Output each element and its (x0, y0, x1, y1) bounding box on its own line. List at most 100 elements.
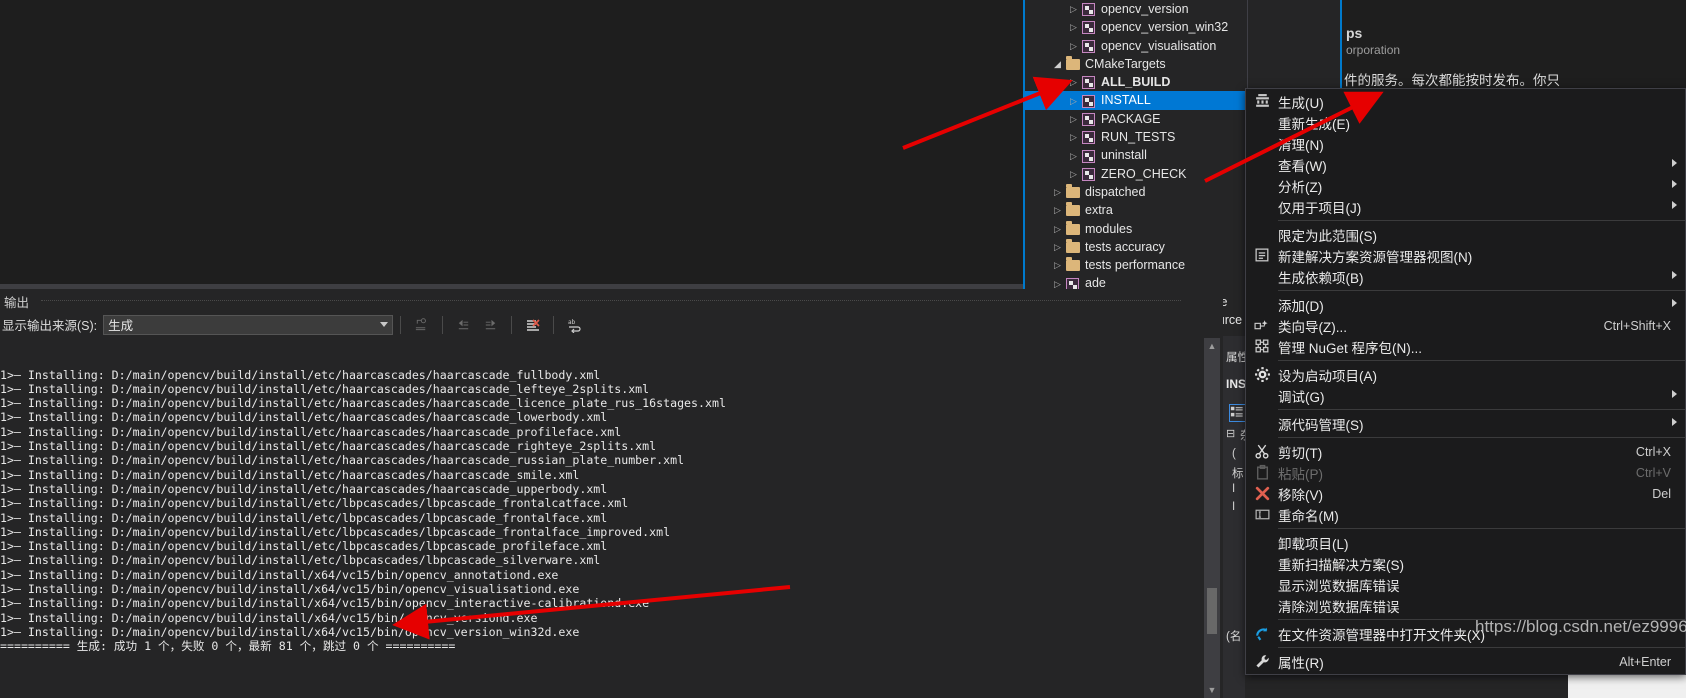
output-line: 1>— Installing: D:/main/opencv/build/ins… (0, 510, 608, 525)
menu-item-4[interactable]: 分析(Z) (1246, 175, 1685, 196)
menu-item-8[interactable]: 生成依赖项(B) (1246, 266, 1685, 287)
tree-item-extra[interactable]: ▷ extra (1025, 201, 1247, 219)
menu-item-19[interactable]: 卸载项目(L) (1246, 532, 1685, 553)
properties-row-4: I (1232, 501, 1236, 513)
tree-item-all-build[interactable]: ▷ ALL_BUILD (1025, 73, 1247, 91)
menu-item-11[interactable]: 管理 NuGet 程序包(N)... (1246, 336, 1685, 357)
cmake-target-icon (1080, 75, 1097, 90)
output-line: 1>— Installing: D:/main/opencv/build/ins… (0, 539, 608, 554)
output-line: 1>— Installing: D:/main/opencv/build/ins… (0, 624, 580, 639)
scroll-up-icon[interactable]: ▲ (1204, 338, 1220, 354)
tree-rows-container: ▷ opencv_version ▷ opencv_version_win32 ▷ ope… (1025, 0, 1247, 337)
chevron-right-icon[interactable]: ▷ (1051, 256, 1064, 274)
next-message-icon[interactable] (480, 315, 501, 335)
menu-icon-placeholder (1246, 225, 1278, 245)
tree-item-tests-performance[interactable]: ▷ tests performance (1025, 256, 1247, 274)
chevron-right-icon[interactable]: ▷ (1067, 92, 1080, 110)
menu-item-6[interactable]: 限定为此范围(S) (1246, 224, 1685, 245)
menu-item-label: 重新扫描解决方案(S) (1278, 557, 1404, 573)
chevron-right-icon[interactable]: ▷ (1067, 73, 1080, 91)
chevron-right-icon[interactable]: ▷ (1067, 0, 1080, 18)
properties-footer-label: (名 (1226, 631, 1242, 643)
menu-separator (1278, 220, 1685, 221)
cmake-target-icon (1080, 20, 1097, 35)
menu-item-15[interactable]: 剪切(T) Ctrl+X (1246, 441, 1685, 462)
menu-icon-placeholder (1246, 267, 1278, 287)
menu-item-17[interactable]: 移除(V) Del (1246, 483, 1685, 504)
output-scrollbar[interactable]: ▲ ▼ (1204, 338, 1220, 698)
chevron-right-icon[interactable]: ▷ (1051, 220, 1064, 238)
menu-item-shortcut: Del (1652, 486, 1671, 501)
clear-all-icon[interactable] (522, 315, 543, 335)
tree-item-dispatched[interactable]: ▷ dispatched (1025, 183, 1247, 201)
menu-item-2[interactable]: 清理(N) (1246, 133, 1685, 154)
menu-item-1[interactable]: 重新生成(E) (1246, 112, 1685, 133)
word-wrap-icon[interactable]: ab (564, 315, 585, 335)
menu-item-label: 卸载项目(L) (1278, 536, 1349, 552)
jump-to-source-icon[interactable] (411, 315, 432, 335)
build-icon (1246, 92, 1278, 112)
output-line: 1>— Installing: D:/main/opencv/build/ins… (0, 596, 650, 611)
menu-item-18[interactable]: 重命名(M) (1246, 504, 1685, 525)
scrollbar-thumb[interactable] (1207, 588, 1217, 634)
tree-item-cmaketargets[interactable]: ◢ CMakeTargets (1025, 55, 1247, 73)
menu-item-label: 源代码管理(S) (1278, 417, 1364, 433)
menu-item-label: 重新生成(E) (1278, 116, 1350, 132)
output-line: 1>— Installing: D:/main/opencv/build/ins… (0, 396, 726, 411)
tree-item-label: tests performance (1085, 258, 1186, 273)
menu-item-5[interactable]: 仅用于项目(J) (1246, 196, 1685, 217)
tree-item-zero-check[interactable]: ▷ ZERO_CHECK (1025, 165, 1247, 183)
output-line: ========== 生成: 成功 1 个，失败 0 个，最新 81 个，跳过 … (0, 639, 456, 654)
menu-item-9[interactable]: 添加(D) (1246, 294, 1685, 315)
properties-group-expander[interactable]: ⊟ (1226, 427, 1235, 440)
menu-item-22[interactable]: 清除浏览数据库错误 (1246, 595, 1685, 616)
cmake-target-icon (1080, 149, 1097, 163)
chevron-right-icon[interactable]: ▷ (1067, 37, 1080, 55)
tree-item-uninstall[interactable]: ▷ uninstall (1025, 146, 1247, 164)
watermark-url: https://blog.csdn.net/ez9996 (1475, 617, 1686, 636)
output-text-area[interactable]: 1>— Installing: D:/main/opencv/build/ins… (0, 338, 1204, 698)
menu-item-13[interactable]: 调试(G) (1246, 385, 1685, 406)
tree-item-opencv-visualisation[interactable]: ▷ opencv_visualisation (1025, 37, 1247, 55)
chevron-right-icon[interactable]: ▷ (1067, 18, 1080, 36)
tree-item-label: ZERO_CHECK (1101, 166, 1187, 181)
tree-item-opencv-version[interactable]: ▷ opencv_version (1025, 0, 1247, 18)
tree-item-run-tests[interactable]: ▷ RUN_TESTS (1025, 128, 1247, 146)
properties-row-3: I (1232, 483, 1236, 495)
tree-item-package[interactable]: ▷ PACKAGE (1025, 110, 1247, 128)
scroll-down-icon[interactable]: ▼ (1204, 682, 1220, 698)
menu-item-0[interactable]: 生成(U) (1246, 91, 1685, 112)
chevron-right-icon[interactable]: ▷ (1067, 165, 1080, 183)
project-context-menu[interactable]: 生成(U) 重新生成(E) 清理(N) 查看(W) 分析(Z) 仅用于项目(J) 限定为此范… (1245, 88, 1686, 675)
chevron-right-icon[interactable]: ▷ (1067, 147, 1080, 165)
chevron-right-icon[interactable]: ▷ (1051, 238, 1064, 256)
cmake-target-icon (1080, 130, 1097, 145)
menu-icon-placeholder (1246, 554, 1278, 574)
folder-icon (1064, 257, 1081, 272)
menu-item-14[interactable]: 源代码管理(S) (1246, 413, 1685, 434)
output-source-select[interactable]: 生成 (103, 314, 394, 335)
menu-item-24[interactable]: 属性(R) Alt+Enter (1246, 651, 1685, 672)
output-line: 1>— Installing: D:/main/opencv/build/ins… (0, 439, 657, 454)
menu-item-12[interactable]: 设为启动项目(A) (1246, 364, 1685, 385)
chevron-right-icon[interactable]: ▷ (1067, 110, 1080, 128)
solution-explorer-tree[interactable]: ▷ opencv_version ▷ opencv_version_win32 ▷ ope… (1023, 0, 1248, 337)
chevron-down-icon[interactable]: ◢ (1051, 55, 1064, 73)
menu-item-7[interactable]: 新建解决方案资源管理器视图(N) (1246, 245, 1685, 266)
tree-item-opencv-version-win32[interactable]: ▷ opencv_version_win32 (1025, 18, 1247, 36)
output-source-value: 生成 (108, 319, 134, 333)
chevron-right-icon[interactable]: ▷ (1067, 128, 1080, 146)
chevron-right-icon[interactable]: ▷ (1051, 183, 1064, 201)
toolbar-divider-3 (511, 315, 513, 334)
doc-fragment-line1: ps (1346, 25, 1363, 41)
menu-item-10[interactable]: 类向导(Z)... Ctrl+Shift+X (1246, 315, 1685, 336)
tree-item-modules[interactable]: ▷ modules (1025, 220, 1247, 238)
tree-item-install[interactable]: ▷ INSTALL (1025, 91, 1247, 110)
menu-item-3[interactable]: 查看(W) (1246, 154, 1685, 175)
menu-item-21[interactable]: 显示浏览数据库错误 (1246, 574, 1685, 595)
previous-message-icon[interactable] (453, 315, 474, 335)
menu-item-20[interactable]: 重新扫描解决方案(S) (1246, 553, 1685, 574)
scissors-icon (1246, 442, 1278, 462)
tree-item-tests-accuracy[interactable]: ▷ tests accuracy (1025, 238, 1247, 256)
chevron-right-icon[interactable]: ▷ (1051, 201, 1064, 219)
